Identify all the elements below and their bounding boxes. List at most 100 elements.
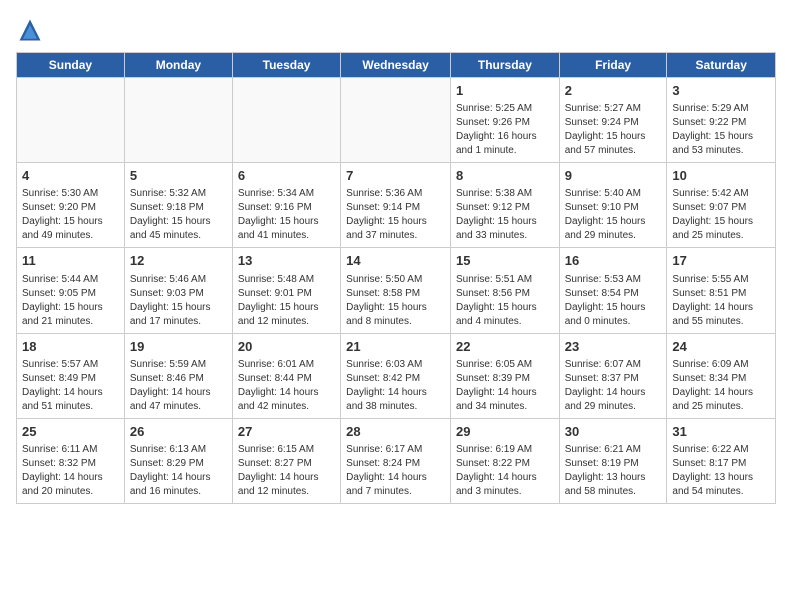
calendar-cell: 30Sunrise: 6:21 AM Sunset: 8:19 PM Dayli… bbox=[559, 418, 667, 503]
day-number: 26 bbox=[130, 423, 227, 441]
weekday-header-wednesday: Wednesday bbox=[341, 53, 451, 78]
calendar-cell: 19Sunrise: 5:59 AM Sunset: 8:46 PM Dayli… bbox=[124, 333, 232, 418]
calendar-cell: 28Sunrise: 6:17 AM Sunset: 8:24 PM Dayli… bbox=[341, 418, 451, 503]
day-info: Sunrise: 6:01 AM Sunset: 8:44 PM Dayligh… bbox=[238, 358, 335, 414]
weekday-header-monday: Monday bbox=[124, 53, 232, 78]
day-number: 31 bbox=[672, 423, 770, 441]
day-number: 4 bbox=[22, 167, 119, 185]
day-number: 9 bbox=[565, 167, 662, 185]
calendar-cell: 8 Sunrise: 5:38 AM Sunset: 9:12 PM Daylig… bbox=[450, 163, 559, 248]
day-info: Sunrise: 6:09 AM Sunset: 8:34 PM Dayligh… bbox=[672, 358, 770, 414]
calendar-cell: 16Sunrise: 5:53 AM Sunset: 8:54 PM Dayli… bbox=[559, 248, 667, 333]
calendar-cell: 25 Sunrise: 6:11 AM Sunset: 8:32 PM Dayli… bbox=[17, 418, 125, 503]
calendar-cell bbox=[232, 78, 340, 163]
weekday-header-thursday: Thursday bbox=[450, 53, 559, 78]
page-header bbox=[16, 16, 776, 44]
week-row-2: 4 Sunrise: 5:30 AM Sunset: 9:20 PM Daylig… bbox=[17, 163, 776, 248]
day-number: 2 bbox=[565, 82, 662, 100]
calendar-cell: 7Sunrise: 5:36 AM Sunset: 9:14 PM Daylig… bbox=[341, 163, 451, 248]
day-info: Sunrise: 5:48 AM Sunset: 9:01 PM Dayligh… bbox=[238, 273, 335, 329]
calendar-cell: 22 Sunrise: 6:05 AM Sunset: 8:39 PM Dayli… bbox=[450, 333, 559, 418]
day-info: Sunrise: 5:46 AM Sunset: 9:03 PM Dayligh… bbox=[130, 273, 227, 329]
day-number: 15 bbox=[456, 252, 554, 270]
day-info: Sunrise: 6:13 AM Sunset: 8:29 PM Dayligh… bbox=[130, 443, 227, 499]
weekday-header-saturday: Saturday bbox=[667, 53, 776, 78]
day-info: Sunrise: 6:15 AM Sunset: 8:27 PM Dayligh… bbox=[238, 443, 335, 499]
day-number: 18 bbox=[22, 338, 119, 356]
day-number: 22 bbox=[456, 338, 554, 356]
weekday-header-row: SundayMondayTuesdayWednesdayThursdayFrid… bbox=[17, 53, 776, 78]
calendar-cell: 14 Sunrise: 5:50 AM Sunset: 8:58 PM Dayli… bbox=[341, 248, 451, 333]
day-number: 21 bbox=[346, 338, 445, 356]
day-info: Sunrise: 6:22 AM Sunset: 8:17 PM Dayligh… bbox=[672, 443, 770, 499]
weekday-header-sunday: Sunday bbox=[17, 53, 125, 78]
week-row-1: 1 Sunrise: 5:25 AM Sunset: 9:26 PM Daylig… bbox=[17, 78, 776, 163]
day-info: Sunrise: 5:38 AM Sunset: 9:12 PM Dayligh… bbox=[456, 187, 554, 243]
calendar-cell: 13 Sunrise: 5:48 AM Sunset: 9:01 PM Dayli… bbox=[232, 248, 340, 333]
day-number: 1 bbox=[456, 82, 554, 100]
week-row-3: 11 Sunrise: 5:44 AM Sunset: 9:05 PM Dayli… bbox=[17, 248, 776, 333]
day-info: Sunrise: 5:42 AM Sunset: 9:07 PM Dayligh… bbox=[672, 187, 770, 243]
day-info: Sunrise: 5:32 AM Sunset: 9:18 PM Dayligh… bbox=[130, 187, 227, 243]
calendar-table: SundayMondayTuesdayWednesdayThursdayFrid… bbox=[16, 52, 776, 504]
day-number: 29 bbox=[456, 423, 554, 441]
day-info: Sunrise: 5:25 AM Sunset: 9:26 PM Dayligh… bbox=[456, 102, 554, 158]
calendar-cell: 6Sunrise: 5:34 AM Sunset: 9:16 PM Daylig… bbox=[232, 163, 340, 248]
calendar-cell bbox=[341, 78, 451, 163]
day-number: 5 bbox=[130, 167, 227, 185]
day-info: Sunrise: 5:51 AM Sunset: 8:56 PM Dayligh… bbox=[456, 273, 554, 329]
day-number: 13 bbox=[238, 252, 335, 270]
day-number: 24 bbox=[672, 338, 770, 356]
calendar-cell: 23Sunrise: 6:07 AM Sunset: 8:37 PM Dayli… bbox=[559, 333, 667, 418]
day-info: Sunrise: 5:34 AM Sunset: 9:16 PM Dayligh… bbox=[238, 187, 335, 243]
day-info: Sunrise: 5:53 AM Sunset: 8:54 PM Dayligh… bbox=[565, 273, 662, 329]
day-info: Sunrise: 6:03 AM Sunset: 8:42 PM Dayligh… bbox=[346, 358, 445, 414]
day-info: Sunrise: 5:27 AM Sunset: 9:24 PM Dayligh… bbox=[565, 102, 662, 158]
day-info: Sunrise: 5:44 AM Sunset: 9:05 PM Dayligh… bbox=[22, 273, 119, 329]
day-number: 20 bbox=[238, 338, 335, 356]
calendar-cell: 29 Sunrise: 6:19 AM Sunset: 8:22 PM Dayli… bbox=[450, 418, 559, 503]
calendar-cell: 17 Sunrise: 5:55 AM Sunset: 8:51 PM Dayli… bbox=[667, 248, 776, 333]
day-info: Sunrise: 5:36 AM Sunset: 9:14 PM Dayligh… bbox=[346, 187, 445, 243]
calendar-cell: 1 Sunrise: 5:25 AM Sunset: 9:26 PM Daylig… bbox=[450, 78, 559, 163]
weekday-header-tuesday: Tuesday bbox=[232, 53, 340, 78]
calendar-cell: 31 Sunrise: 6:22 AM Sunset: 8:17 PM Dayli… bbox=[667, 418, 776, 503]
calendar-cell: 4 Sunrise: 5:30 AM Sunset: 9:20 PM Daylig… bbox=[17, 163, 125, 248]
calendar-cell: 21 Sunrise: 6:03 AM Sunset: 8:42 PM Dayli… bbox=[341, 333, 451, 418]
day-info: Sunrise: 5:55 AM Sunset: 8:51 PM Dayligh… bbox=[672, 273, 770, 329]
logo-icon bbox=[16, 16, 44, 44]
day-number: 3 bbox=[672, 82, 770, 100]
day-number: 12 bbox=[130, 252, 227, 270]
day-number: 11 bbox=[22, 252, 119, 270]
day-number: 30 bbox=[565, 423, 662, 441]
day-info: Sunrise: 6:11 AM Sunset: 8:32 PM Dayligh… bbox=[22, 443, 119, 499]
calendar-cell: 20 Sunrise: 6:01 AM Sunset: 8:44 PM Dayli… bbox=[232, 333, 340, 418]
day-number: 10 bbox=[672, 167, 770, 185]
weekday-header-friday: Friday bbox=[559, 53, 667, 78]
day-number: 19 bbox=[130, 338, 227, 356]
day-info: Sunrise: 5:50 AM Sunset: 8:58 PM Dayligh… bbox=[346, 273, 445, 329]
calendar-cell: 3 Sunrise: 5:29 AM Sunset: 9:22 PM Daylig… bbox=[667, 78, 776, 163]
logo bbox=[16, 16, 48, 44]
day-number: 14 bbox=[346, 252, 445, 270]
day-info: Sunrise: 6:07 AM Sunset: 8:37 PM Dayligh… bbox=[565, 358, 662, 414]
day-info: Sunrise: 5:29 AM Sunset: 9:22 PM Dayligh… bbox=[672, 102, 770, 158]
day-info: Sunrise: 5:30 AM Sunset: 9:20 PM Dayligh… bbox=[22, 187, 119, 243]
calendar-cell: 9 Sunrise: 5:40 AM Sunset: 9:10 PM Daylig… bbox=[559, 163, 667, 248]
day-info: Sunrise: 6:19 AM Sunset: 8:22 PM Dayligh… bbox=[456, 443, 554, 499]
day-number: 25 bbox=[22, 423, 119, 441]
calendar-cell: 18 Sunrise: 5:57 AM Sunset: 8:49 PM Dayli… bbox=[17, 333, 125, 418]
day-number: 8 bbox=[456, 167, 554, 185]
day-number: 17 bbox=[672, 252, 770, 270]
day-info: Sunrise: 5:40 AM Sunset: 9:10 PM Dayligh… bbox=[565, 187, 662, 243]
calendar-cell: 12 Sunrise: 5:46 AM Sunset: 9:03 PM Dayli… bbox=[124, 248, 232, 333]
day-info: Sunrise: 6:17 AM Sunset: 8:24 PM Dayligh… bbox=[346, 443, 445, 499]
calendar-cell: 2 Sunrise: 5:27 AM Sunset: 9:24 PM Daylig… bbox=[559, 78, 667, 163]
calendar-cell: 24 Sunrise: 6:09 AM Sunset: 8:34 PM Dayli… bbox=[667, 333, 776, 418]
day-info: Sunrise: 6:05 AM Sunset: 8:39 PM Dayligh… bbox=[456, 358, 554, 414]
calendar-cell: 27Sunrise: 6:15 AM Sunset: 8:27 PM Dayli… bbox=[232, 418, 340, 503]
week-row-5: 25 Sunrise: 6:11 AM Sunset: 8:32 PM Dayli… bbox=[17, 418, 776, 503]
week-row-4: 18 Sunrise: 5:57 AM Sunset: 8:49 PM Dayli… bbox=[17, 333, 776, 418]
day-info: Sunrise: 5:57 AM Sunset: 8:49 PM Dayligh… bbox=[22, 358, 119, 414]
calendar-cell: 10 Sunrise: 5:42 AM Sunset: 9:07 PM Dayli… bbox=[667, 163, 776, 248]
